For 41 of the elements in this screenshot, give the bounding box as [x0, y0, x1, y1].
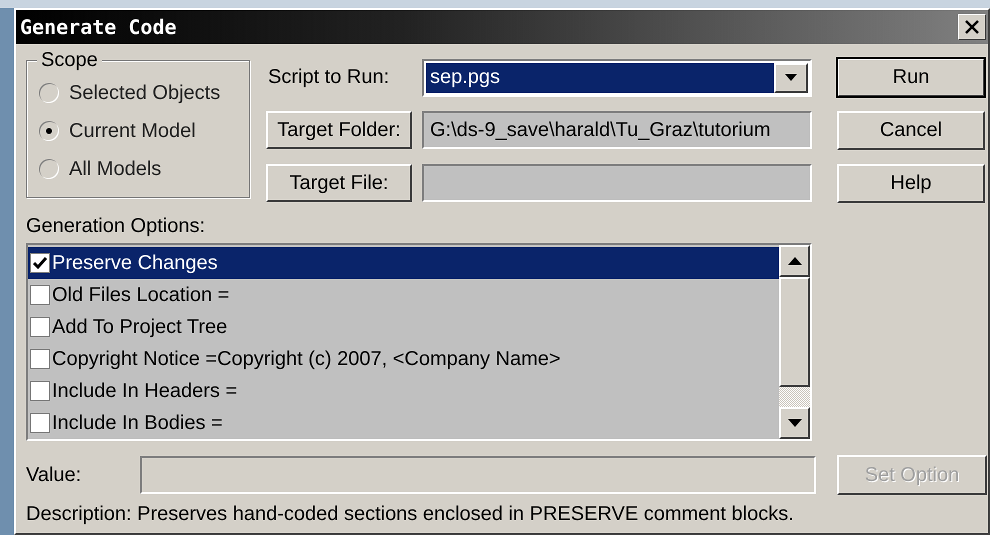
- checkbox[interactable]: [30, 349, 50, 369]
- scroll-down-button[interactable]: [779, 407, 810, 439]
- checkbox[interactable]: [30, 381, 50, 401]
- dialog-button[interactable]: Cancel: [837, 111, 985, 150]
- dropdown-button[interactable]: [774, 62, 808, 93]
- radio-option[interactable]: Current Model: [39, 117, 249, 145]
- dialog-button[interactable]: Run: [837, 58, 985, 97]
- checkbox[interactable]: [30, 413, 50, 433]
- target-folder-field[interactable]: G:\ds-9_save\harald\Tu_Graz\tutorium: [422, 111, 812, 150]
- field-label: Script to Run:: [267, 66, 390, 90]
- down-arrow-icon: [788, 419, 802, 427]
- option-item[interactable]: Copyright Notice =Copyright (c) 2007, <Company Name>: [28, 343, 779, 375]
- option-item[interactable]: Preserve Changes: [28, 247, 779, 279]
- option-item[interactable]: Old Files Location =: [28, 279, 779, 311]
- radio-option[interactable]: All Models: [39, 155, 249, 183]
- section-label: Generation Options:: [26, 215, 206, 239]
- option-item[interactable]: Include In Headers =: [28, 375, 779, 407]
- close-button[interactable]: [958, 14, 986, 40]
- checkbox[interactable]: [30, 285, 50, 305]
- close-icon: [964, 20, 980, 34]
- target-file-field[interactable]: [422, 164, 812, 202]
- scroll-up-button[interactable]: [779, 245, 810, 277]
- checkbox[interactable]: [30, 253, 50, 273]
- radio-option[interactable]: Selected Objects: [39, 79, 249, 107]
- checkbox[interactable]: [30, 317, 50, 337]
- group-title: Scope: [37, 49, 102, 72]
- target-folder-button[interactable]: Target Folder:: [266, 111, 412, 150]
- option-item[interactable]: Add To Project Tree: [28, 311, 779, 343]
- window-title: Generate Code: [20, 15, 177, 39]
- target-file-button[interactable]: Target File:: [266, 164, 412, 202]
- value-field[interactable]: [140, 456, 816, 494]
- script-dropdown[interactable]: sep.pgs: [422, 58, 812, 97]
- scroll-track[interactable]: [779, 387, 810, 407]
- option-item[interactable]: Include In Bodies =: [28, 407, 779, 439]
- field-label: Value:: [26, 464, 82, 486]
- scroll-thumb[interactable]: [779, 277, 810, 387]
- caret-icon: [785, 74, 797, 82]
- up-arrow-icon: [788, 257, 802, 265]
- description-text: Description: Preserves hand-coded sections enclosed in PRESERVE comment blocks.: [26, 503, 795, 526]
- dialog-button[interactable]: Help: [837, 164, 985, 203]
- scrollbar[interactable]: [779, 245, 810, 439]
